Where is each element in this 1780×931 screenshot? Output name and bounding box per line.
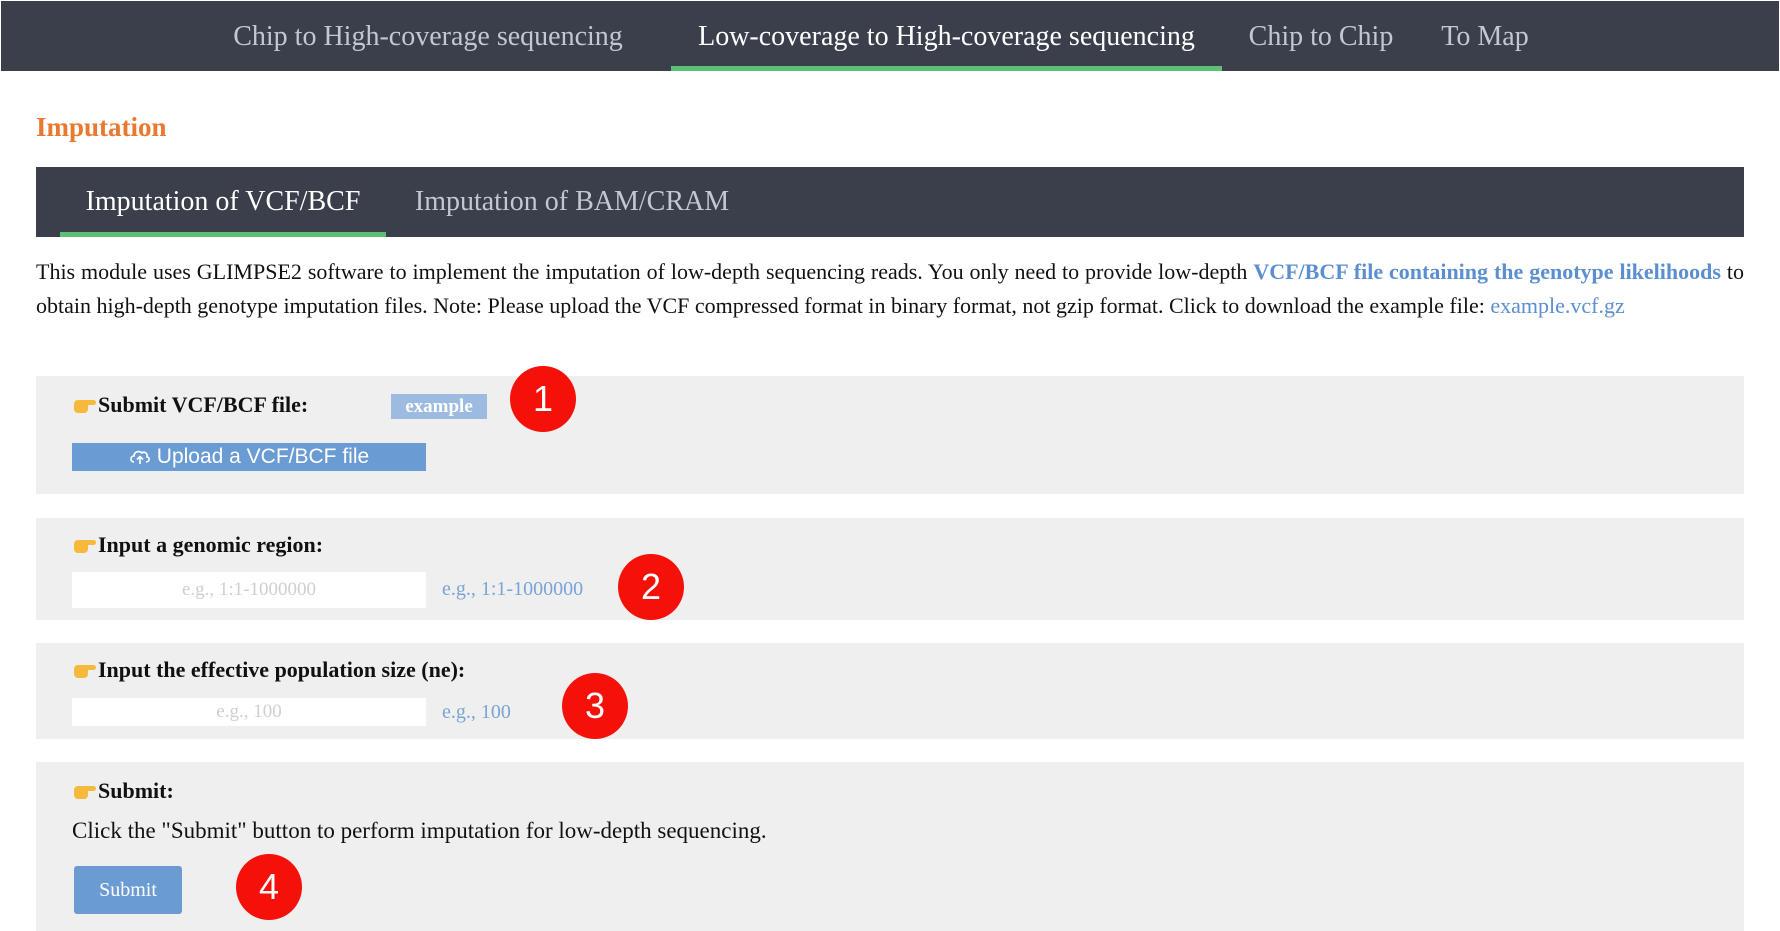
step-marker-4: 4 — [236, 854, 302, 920]
genomic-region-input[interactable] — [72, 572, 426, 608]
submit-file-panel: Submit VCF/BCF file: example Upload a VC… — [36, 366, 1744, 494]
effective-population-input[interactable] — [72, 698, 426, 726]
genomic-region-panel: Input a genomic region: e.g., 1:1-100000… — [36, 518, 1744, 620]
upload-file-button[interactable]: Upload a VCF/BCF file — [72, 443, 426, 471]
submit-instruction: Click the "Submit" button to perform imp… — [72, 818, 767, 843]
pointing-hand-icon — [72, 780, 96, 800]
module-description: This module uses GLIMPSE2 software to im… — [36, 255, 1744, 323]
step-marker-1: 1 — [510, 366, 576, 432]
top-navigation: Chip to High-coverage sequencing Low-cov… — [1, 1, 1779, 71]
step-marker-3: 3 — [562, 673, 628, 739]
effective-population-hint: e.g., 100 — [442, 701, 511, 723]
section-title: Imputation — [36, 112, 167, 142]
genomic-region-label: Input a genomic region: — [72, 532, 323, 558]
nav-item-to-map[interactable]: To Map — [1431, 1, 1539, 71]
pointing-hand-icon — [72, 534, 96, 554]
cloud-upload-icon — [129, 450, 150, 464]
submit-panel: Submit: Click the "Submit" button to per… — [36, 762, 1744, 931]
example-badge-button[interactable]: example — [391, 394, 487, 419]
submit-label: Submit: — [72, 778, 174, 804]
submit-file-label: Submit VCF/BCF file: — [72, 392, 308, 418]
pointing-hand-icon — [72, 659, 96, 679]
description-text-before: This module uses GLIMPSE2 software to im… — [36, 259, 1254, 284]
pointing-hand-icon — [72, 394, 96, 414]
step-marker-2: 2 — [618, 554, 684, 620]
submit-button[interactable]: Submit — [74, 866, 182, 914]
example-file-link[interactable]: example.vcf.gz — [1490, 293, 1624, 318]
upload-button-label: Upload a VCF/BCF file — [156, 445, 370, 468]
imputation-tabs: Imputation of VCF/BCF Imputation of BAM/… — [36, 167, 1744, 237]
nav-item-low-to-high-coverage[interactable]: Low-coverage to High-coverage sequencing — [671, 1, 1222, 71]
genotype-likelihoods-link[interactable]: VCF/BCF file containing the genotype lik… — [1253, 259, 1721, 284]
tab-imputation-bam-cram[interactable]: Imputation of BAM/CRAM — [408, 167, 736, 237]
nav-item-chip-to-high-coverage[interactable]: Chip to High-coverage sequencing — [225, 1, 631, 71]
nav-item-chip-to-chip[interactable]: Chip to Chip — [1246, 1, 1396, 71]
effective-population-panel: Input the effective population size (ne)… — [36, 643, 1744, 739]
effective-population-label: Input the effective population size (ne)… — [72, 657, 465, 683]
tab-imputation-vcf-bcf[interactable]: Imputation of VCF/BCF — [60, 167, 386, 237]
genomic-region-hint: e.g., 1:1-1000000 — [442, 578, 584, 600]
